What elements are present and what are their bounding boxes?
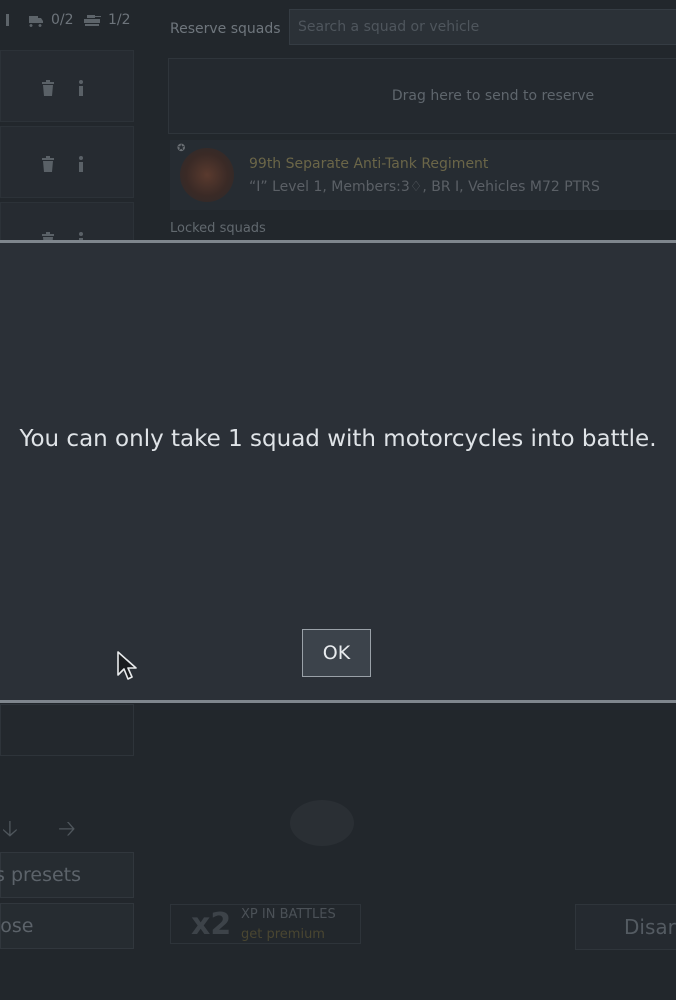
drop-hint: Drag here to send to reserve xyxy=(391,88,595,104)
squad-slot[interactable] xyxy=(0,126,134,198)
vehicle-count-stat: 0/2 xyxy=(6,12,74,28)
xp-title: XP IN BATTLES xyxy=(241,907,336,922)
ok-button[interactable]: OK xyxy=(302,629,371,677)
reserve-squad-card[interactable]: ✪ 99th Separate Anti-Tank Regiment “I” L… xyxy=(170,140,676,210)
dialog-message: You can only take 1 squad with motorcycl… xyxy=(19,426,657,452)
tank-icon xyxy=(84,15,101,26)
top-bar: 0/2 1/2 Reserve squads xyxy=(0,0,676,45)
trash-icon[interactable] xyxy=(38,153,58,175)
squad-search-input[interactable] xyxy=(289,9,676,45)
bar-icon xyxy=(6,14,9,26)
presets-button-label: s presets xyxy=(0,864,82,886)
disarm-button-label: Disar xyxy=(624,915,676,939)
locked-squads-label: Locked squads xyxy=(170,221,266,236)
tank-count: 1/2 xyxy=(108,12,131,28)
soldier-silhouette xyxy=(290,800,354,846)
reserve-squads-label: Reserve squads xyxy=(170,21,281,37)
info-icon[interactable] xyxy=(71,153,91,175)
squad-emblem xyxy=(180,148,234,202)
premium-xp-promo[interactable]: x2 XP IN BATTLES get premium xyxy=(170,904,361,944)
mouse-cursor-icon xyxy=(117,651,137,680)
arrow-right-icon[interactable]: 🡢 xyxy=(58,812,76,850)
arrow-down-icon[interactable]: 🡣 xyxy=(2,812,18,850)
message-dialog: You can only take 1 squad with motorcycl… xyxy=(0,240,676,703)
squad-slot[interactable] xyxy=(0,50,134,122)
truck-icon xyxy=(29,16,43,27)
vehicle-count: 0/2 xyxy=(51,12,74,28)
trash-icon[interactable] xyxy=(38,77,58,99)
close-button-label: lose xyxy=(0,915,34,937)
reserve-drop-zone[interactable]: Drag here to send to reserve xyxy=(168,58,676,134)
close-button[interactable]: lose xyxy=(0,903,134,949)
disarm-button[interactable]: Disar xyxy=(575,904,676,950)
squad-name: 99th Separate Anti-Tank Regiment xyxy=(249,156,489,172)
squad-meta: “I” Level 1, Members:3♢, BR I, Vehicles … xyxy=(249,179,600,195)
xp-multiplier: x2 xyxy=(191,907,232,942)
tank-count-stat: 1/2 xyxy=(82,12,131,28)
get-premium-link[interactable]: get premium xyxy=(241,927,325,942)
info-icon[interactable] xyxy=(71,77,91,99)
star-icon: ✪ xyxy=(177,143,186,154)
squad-slot-empty[interactable] xyxy=(0,704,134,756)
presets-button[interactable]: s presets xyxy=(0,852,134,898)
